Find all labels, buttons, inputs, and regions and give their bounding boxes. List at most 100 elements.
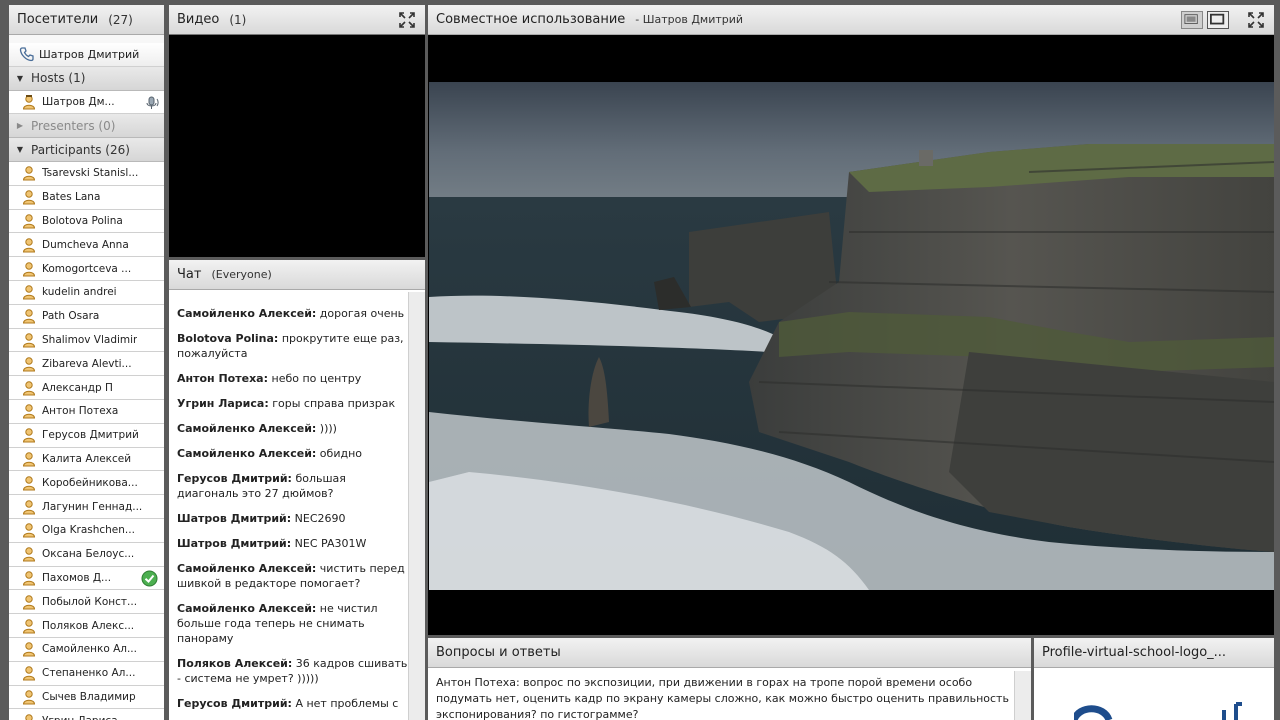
participant-person-icon bbox=[22, 642, 36, 657]
participant-row[interactable]: Dumcheva Anna bbox=[9, 233, 164, 258]
chat-message: Герусов Дмитрий: большая диагональ это 2… bbox=[177, 471, 409, 501]
participant-person-icon bbox=[22, 261, 36, 277]
participant-row[interactable]: Калита Алексей bbox=[9, 447, 164, 472]
participant-row[interactable]: Tsarevski Stanisl... bbox=[9, 161, 164, 186]
chat-text: NEC2690 bbox=[291, 512, 346, 525]
layout-fit-icon[interactable] bbox=[1181, 11, 1203, 29]
participant-person-icon bbox=[22, 380, 36, 396]
logo-title: Profile-virtual-school-logo_... bbox=[1042, 645, 1227, 660]
microphone-icon[interactable] bbox=[144, 95, 160, 111]
phone-icon bbox=[19, 47, 34, 62]
chat-scrollbar[interactable] bbox=[408, 292, 425, 720]
host-row[interactable]: Шатров Дм... bbox=[9, 90, 164, 115]
participant-row[interactable]: Bolotova Polina bbox=[9, 209, 164, 234]
chat-text: небо по центру bbox=[268, 372, 362, 385]
chat-message-list: Самойленко Алексей: дорогая очень Bolotov… bbox=[169, 292, 409, 720]
participant-person-icon bbox=[22, 309, 36, 324]
participant-row[interactable]: Сычев Владимир bbox=[9, 685, 164, 710]
participant-row[interactable]: Лагунин Геннад... bbox=[9, 495, 164, 519]
participant-row[interactable]: kudelin andrei bbox=[9, 280, 164, 305]
participant-name: kudelin andrei bbox=[42, 286, 117, 299]
chat-message: Угрин Лариса: горы справа призрак bbox=[177, 396, 409, 411]
participant-row[interactable]: Антон Потеха bbox=[9, 399, 164, 424]
host-person-icon bbox=[22, 94, 36, 110]
chat-title: Чат bbox=[177, 267, 202, 282]
chat-text: обидно bbox=[316, 447, 362, 460]
chat-author: Герусов Дмитрий: bbox=[177, 472, 292, 485]
qa-pod: Вопросы и ответы Антон Потеха: вопрос по… bbox=[428, 638, 1031, 720]
participant-person-icon bbox=[22, 214, 36, 229]
chat-message: Самойленко Алексей: )))) bbox=[177, 421, 409, 436]
participant-row[interactable]: Оксана Белоус... bbox=[9, 542, 164, 567]
attendee-list: Шатров Дмитрий ▼ Hosts (1) Шатров Дм... … bbox=[9, 43, 164, 720]
presenters-label: Presenters (0) bbox=[31, 118, 116, 133]
chat-author: Самойленко Алексей: bbox=[177, 422, 317, 435]
layout-toggle-group bbox=[1181, 11, 1229, 29]
logo-pod: Profile-virtual-school-logo_... bbox=[1034, 638, 1274, 720]
chat-author: Самойленко Алексей: bbox=[177, 307, 317, 320]
chat-message: Самойленко Алексей: обидно bbox=[177, 446, 409, 461]
participant-row[interactable]: Угрин Лариса bbox=[9, 709, 164, 720]
participant-row[interactable]: Komogortceva ... bbox=[9, 257, 164, 281]
participant-row[interactable]: Zibareva Alevti... bbox=[9, 352, 164, 377]
shared-landscape-image bbox=[429, 82, 1274, 590]
participant-name: Tsarevski Stanisl... bbox=[42, 167, 139, 180]
participant-name: Александр П bbox=[42, 381, 113, 394]
participants-category[interactable]: ▼ Participants (26) bbox=[9, 138, 164, 162]
participant-person-icon bbox=[22, 547, 36, 562]
current-user-row[interactable]: Шатров Дмитрий bbox=[9, 43, 164, 67]
participant-row[interactable]: Коробейникова... bbox=[9, 471, 164, 496]
participants-label: Participants (26) bbox=[31, 142, 130, 157]
qa-title: Вопросы и ответы bbox=[436, 645, 561, 660]
chat-scope: (Everyone) bbox=[211, 268, 272, 281]
qa-scrollbar[interactable] bbox=[1014, 671, 1031, 720]
participant-row[interactable]: Path Osara bbox=[9, 304, 164, 329]
chat-text: А нет проблемы с bbox=[291, 697, 399, 710]
current-user-name: Шатров Дмитрий bbox=[39, 47, 140, 61]
chat-message: Шатров Дмитрий: NEC PA301W bbox=[177, 536, 409, 551]
participant-row[interactable]: Герусов Дмитрий bbox=[9, 423, 164, 448]
participant-name: Поляков Алекс... bbox=[42, 619, 135, 632]
participant-person-icon bbox=[25, 714, 33, 720]
chat-message: Самойленко Алексей: не чистил больше год… bbox=[177, 601, 409, 646]
participant-row[interactable]: Самойленко Ал... bbox=[9, 637, 164, 662]
participant-name: Коробейникова... bbox=[42, 476, 138, 489]
participant-row[interactable]: Степаненко Ал... bbox=[9, 661, 164, 686]
chat-message: Поляков Алексей: 36 кадров сшивать - сис… bbox=[177, 656, 409, 686]
expand-triangle-icon: ▶ bbox=[16, 121, 24, 131]
participant-name: Побылой Конст... bbox=[42, 595, 138, 608]
participant-name: Olga Krashchen... bbox=[42, 524, 135, 537]
participant-list: Tsarevski Stanisl... Bates Lana Bolotova P… bbox=[9, 161, 164, 720]
attendees-count: (27) bbox=[108, 12, 133, 27]
participant-row[interactable]: Bates Lana bbox=[9, 185, 164, 210]
participant-name: Komogortceva ... bbox=[42, 262, 132, 275]
hosts-category[interactable]: ▼ Hosts (1) bbox=[9, 66, 164, 91]
participant-person-icon bbox=[22, 595, 36, 610]
participant-name: Угрин Лариса bbox=[42, 715, 118, 720]
participant-row[interactable]: Shalimov Vladimir bbox=[9, 328, 164, 353]
participant-row[interactable]: Поляков Алекс... bbox=[9, 614, 164, 638]
participant-name: Лагунин Геннад... bbox=[42, 500, 143, 513]
chat-message: Самойленко Алексей: чистить перед шивкой… bbox=[177, 561, 409, 591]
fullscreen-icon[interactable] bbox=[399, 12, 415, 28]
participant-row[interactable]: Александр П bbox=[9, 376, 164, 400]
chat-text: дорогая очень bbox=[316, 307, 405, 320]
participant-name: Shalimov Vladimir bbox=[42, 333, 138, 346]
attendees-header: Посетители (27) bbox=[9, 5, 164, 35]
chat-message: Антон Потеха: небо по центру bbox=[177, 371, 409, 386]
participant-name: Сычев Владимир bbox=[42, 690, 136, 703]
participant-row[interactable]: Olga Krashchen... bbox=[9, 518, 164, 543]
participant-name: Zibareva Alevti... bbox=[42, 357, 132, 370]
chat-header: Чат (Everyone) bbox=[169, 260, 425, 290]
fullscreen-icon[interactable] bbox=[1248, 12, 1264, 28]
chat-message: Самойленко Алексей: дорогая очень bbox=[177, 306, 409, 321]
participant-row[interactable]: Побылой Конст... bbox=[9, 590, 164, 615]
chat-author: Самойленко Алексей: bbox=[177, 447, 317, 460]
participant-row[interactable]: Пахомов Д... bbox=[9, 566, 164, 591]
participant-person-icon bbox=[22, 618, 36, 634]
participant-name: Path Osara bbox=[42, 310, 100, 323]
presenters-category[interactable]: ▶ Presenters (0) bbox=[9, 114, 164, 139]
participant-name: Пахомов Д... bbox=[42, 571, 112, 584]
chat-author: Шатров Дмитрий: bbox=[177, 537, 292, 550]
layout-full-icon[interactable] bbox=[1207, 11, 1229, 29]
